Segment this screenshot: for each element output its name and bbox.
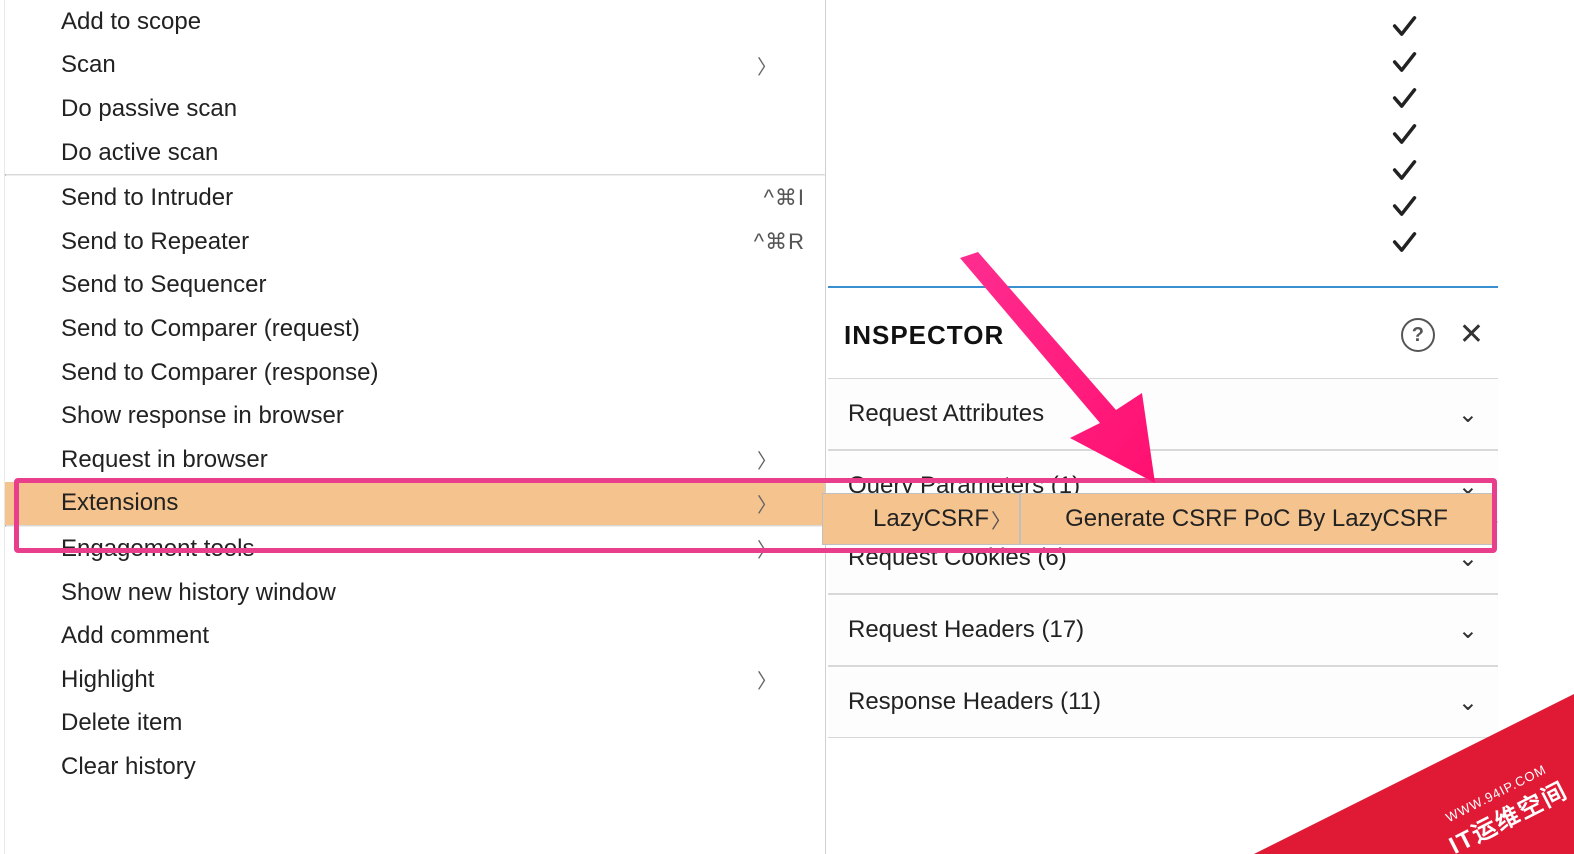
- menu-item-label: Clear history: [61, 753, 196, 781]
- menu-item[interactable]: Engagement tools 〉: [5, 527, 825, 571]
- checkmark-icon: [1390, 120, 1418, 148]
- menu-item-label: Send to Comparer (response): [61, 359, 378, 387]
- menu-item-label: Delete item: [61, 709, 182, 737]
- section-label: Request Cookies (6): [848, 544, 1067, 572]
- context-menu: Add to scope Scan 〉 Do passive scan Do activ…: [4, 0, 826, 854]
- inspector-section-request-attributes[interactable]: Request Attributes ⌄: [828, 378, 1498, 450]
- keyboard-shortcut: ^⌘R: [754, 229, 805, 255]
- submenu-label: LazyCSRF: [873, 505, 989, 533]
- checkmark-icon: [1390, 84, 1418, 112]
- menu-item[interactable]: Highlight 〉: [5, 658, 825, 702]
- menu-item-label: Engagement tools: [61, 535, 254, 563]
- menu-item[interactable]: Send to Sequencer: [5, 264, 825, 308]
- menu-item-label: Do passive scan: [61, 95, 237, 123]
- menu-item[interactable]: Send to Comparer (response): [5, 351, 825, 395]
- chevron-right-icon: 〉: [757, 51, 781, 80]
- menu-item[interactable]: Delete item: [5, 702, 825, 746]
- menu-item[interactable]: Add to scope: [5, 0, 825, 44]
- menu-item[interactable]: Request in browser 〉: [5, 438, 825, 482]
- menu-item-label: Add to scope: [61, 8, 201, 36]
- chevron-right-icon: 〉: [757, 489, 781, 518]
- chevron-right-icon: 〉: [991, 505, 1011, 534]
- menu-item-label: Extensions: [61, 489, 178, 517]
- submenu-generate-csrf-poc[interactable]: Generate CSRF PoC By LazyCSRF: [1020, 493, 1493, 545]
- menu-item-label: Send to Repeater: [61, 228, 249, 256]
- submenu-label: Generate CSRF PoC By LazyCSRF: [1065, 505, 1448, 533]
- checkmark-icon: [1390, 48, 1418, 76]
- menu-item-label: Send to Intruder: [61, 184, 233, 212]
- menu-item-label: Send to Comparer (request): [61, 315, 360, 343]
- menu-item[interactable]: Do active scan: [5, 131, 825, 175]
- menu-item[interactable]: Show new history window: [5, 571, 825, 615]
- close-icon[interactable]: ✕: [1459, 320, 1484, 350]
- section-label: Request Attributes: [848, 400, 1044, 428]
- inspector-title: INSPECTOR: [844, 320, 1004, 351]
- chevron-right-icon: 〉: [757, 665, 781, 694]
- menu-item[interactable]: Extensions 〉: [5, 482, 825, 526]
- menu-item[interactable]: Clear history: [5, 745, 825, 789]
- menu-item-label: Highlight: [61, 666, 154, 694]
- menu-item-label: Show response in browser: [61, 402, 344, 430]
- chevron-down-icon: ⌄: [1458, 616, 1478, 645]
- menu-item[interactable]: Show response in browser: [5, 394, 825, 438]
- menu-item-label: Do active scan: [61, 139, 218, 167]
- menu-item[interactable]: Add comment: [5, 614, 825, 658]
- divider-line: [828, 286, 1498, 288]
- submenu-lazycsrf[interactable]: LazyCSRF 〉: [822, 493, 1020, 545]
- chevron-right-icon: 〉: [757, 534, 781, 563]
- chevron-down-icon: ⌄: [1458, 400, 1478, 429]
- menu-item[interactable]: Do passive scan: [5, 87, 825, 131]
- menu-item[interactable]: Send to Comparer (request): [5, 307, 825, 351]
- inspector-section-request-headers[interactable]: Request Headers (17) ⌄: [828, 594, 1498, 666]
- keyboard-shortcut: ^⌘I: [764, 185, 805, 211]
- menu-item-label: Request in browser: [61, 446, 268, 474]
- section-label: Request Headers (17): [848, 616, 1084, 644]
- inspector-header: INSPECTOR ? ✕: [828, 300, 1498, 370]
- checkmark-icon: [1390, 156, 1418, 184]
- checkmark-icon: [1390, 192, 1418, 220]
- chevron-right-icon: 〉: [757, 445, 781, 474]
- checkmark-icon: [1390, 12, 1418, 40]
- menu-item[interactable]: Send to Intruder ^⌘I: [5, 176, 825, 220]
- chevron-down-icon: ⌄: [1458, 544, 1478, 573]
- menu-item-label: Show new history window: [61, 579, 336, 607]
- checkmark-icon: [1390, 228, 1418, 256]
- section-label: Response Headers (11): [848, 688, 1101, 716]
- menu-item[interactable]: Scan 〉: [5, 44, 825, 88]
- menu-item-label: Add comment: [61, 622, 209, 650]
- menu-item-label: Scan: [61, 51, 116, 79]
- help-icon[interactable]: ?: [1401, 318, 1435, 352]
- menu-item[interactable]: Send to Repeater ^⌘R: [5, 220, 825, 264]
- checkmark-column: [1390, 12, 1418, 256]
- menu-item-label: Send to Sequencer: [61, 271, 267, 299]
